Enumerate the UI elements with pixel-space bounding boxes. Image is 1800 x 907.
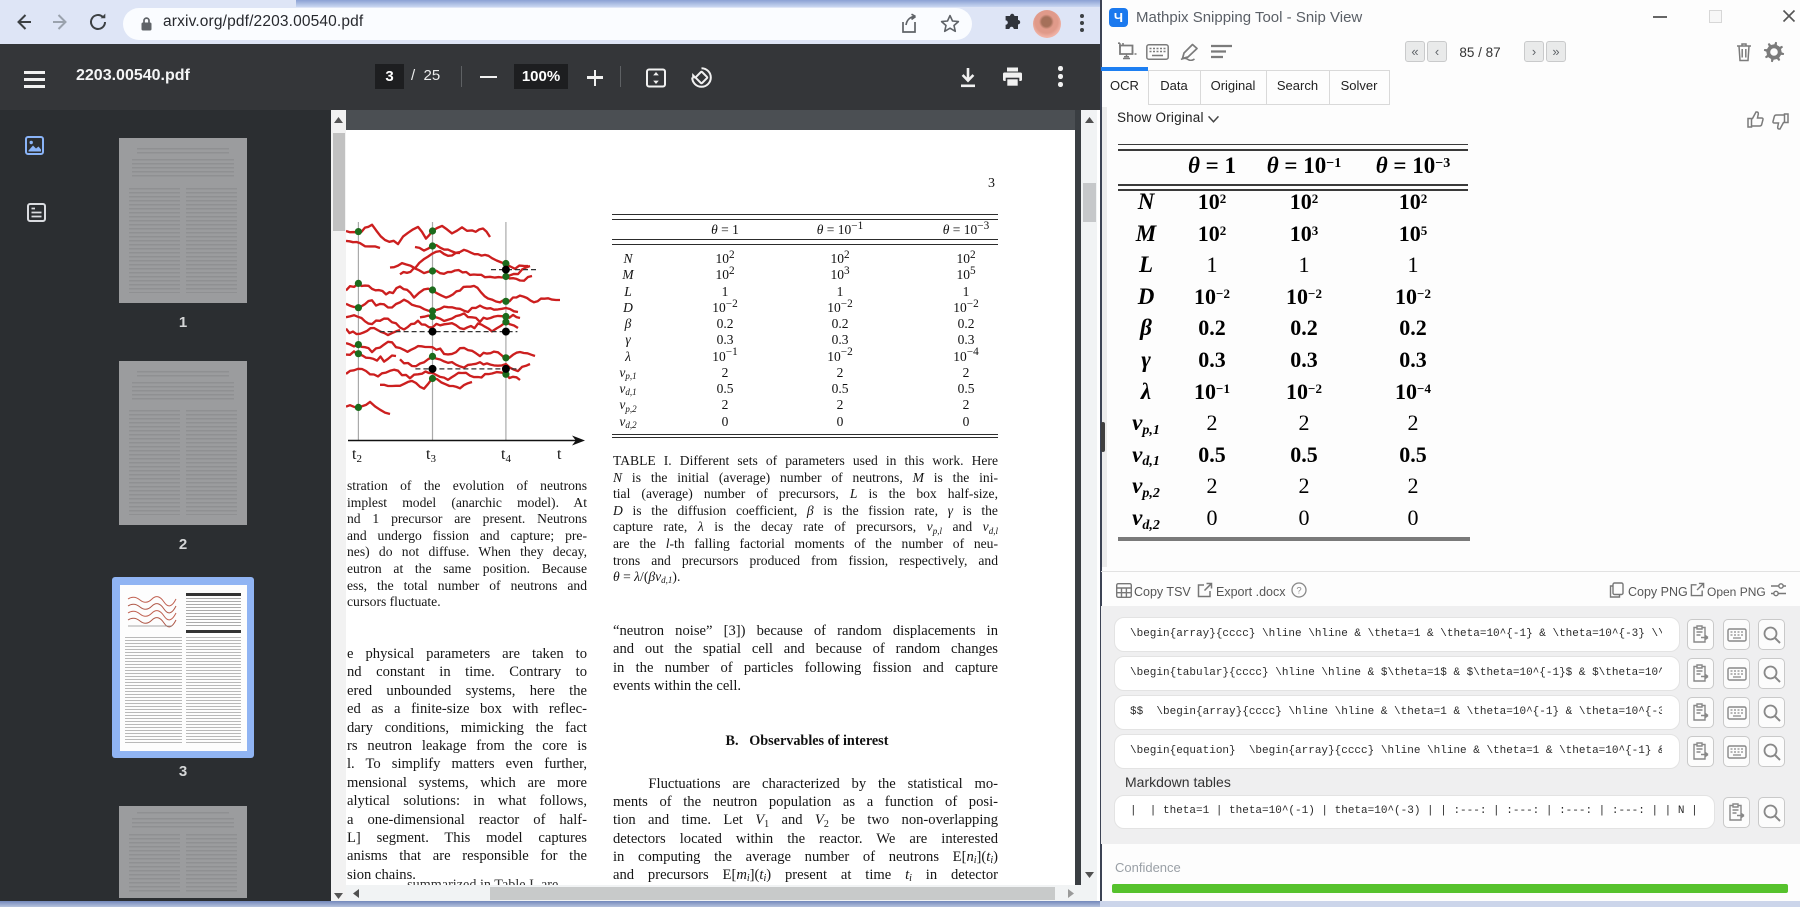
- svg-text:?: ?: [1296, 585, 1301, 596]
